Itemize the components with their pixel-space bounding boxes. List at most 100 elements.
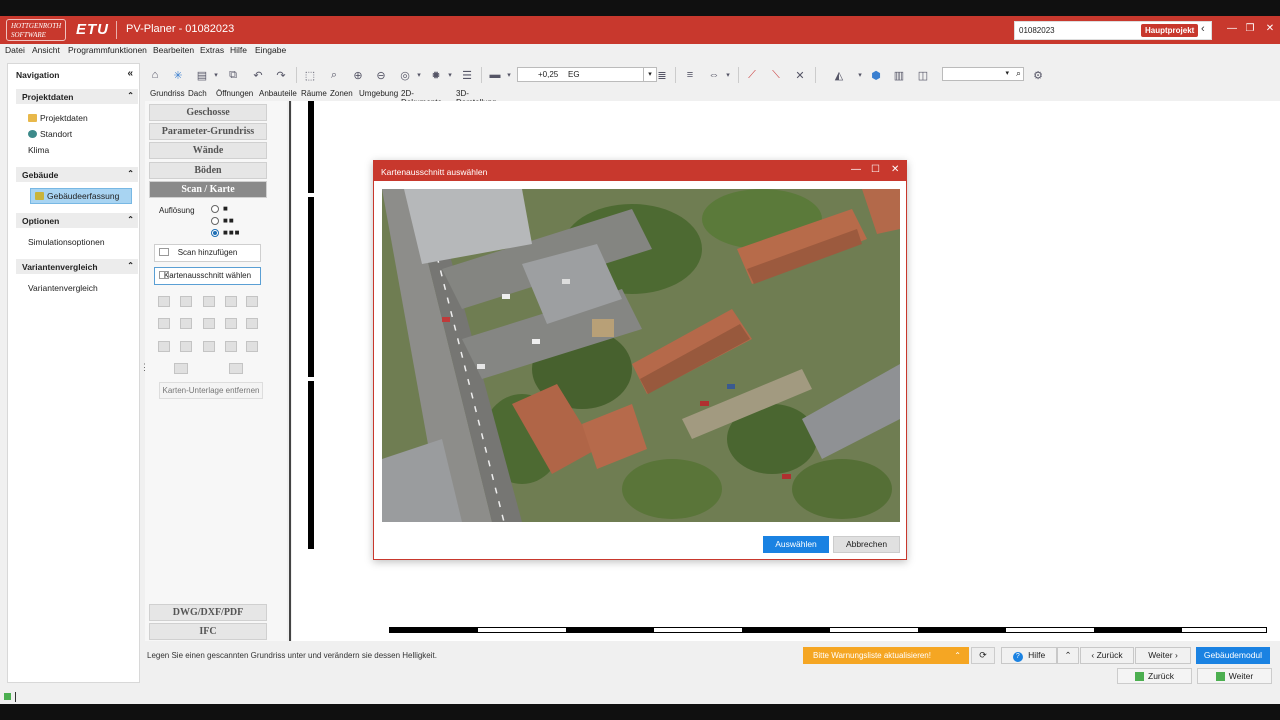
minimize-icon[interactable]: — <box>851 164 861 175</box>
maximize-icon[interactable]: ☐ <box>871 164 880 175</box>
terrain-icon[interactable]: ◭ <box>825 68 853 82</box>
align-left-icon[interactable] <box>158 318 170 329</box>
parameter-grundriss-button[interactable]: Parameter-Grundriss <box>149 123 267 140</box>
geschosse-button[interactable]: Geschosse <box>149 104 267 121</box>
chevron-up-icon[interactable]: ⌃ <box>127 215 134 224</box>
redo-icon[interactable]: ↷ <box>274 68 288 82</box>
tab-oeffnungen[interactable]: Öffnungen <box>216 89 253 98</box>
select-rect-icon[interactable]: ⬚ <box>303 68 317 82</box>
close-icon[interactable]: ✕ <box>1263 23 1277 34</box>
resolution-medium-radio[interactable] <box>211 217 219 225</box>
floor-list-icon[interactable]: ≣ <box>655 68 669 82</box>
resolution-low-radio[interactable] <box>211 205 219 213</box>
nav-item-gebaeudeerfassung[interactable]: Gebäudeerfassung <box>30 188 132 204</box>
tab-dach[interactable]: Dach <box>188 89 207 98</box>
nav-item-projektdaten[interactable]: Projektdaten <box>28 113 88 123</box>
zoom-window-icon[interactable]: ⌕ <box>327 68 341 82</box>
delete-line-icon[interactable]: ✕ <box>793 68 807 82</box>
close-icon[interactable]: ✕ <box>891 164 899 175</box>
tab-umgebung[interactable]: Umgebung <box>359 89 398 98</box>
nav-item-klima[interactable]: Klima <box>28 145 49 155</box>
align-top-left-icon[interactable] <box>158 296 170 307</box>
map-select-button[interactable]: Kartenausschnitt wählen <box>154 267 261 285</box>
align-bottom-left-icon[interactable] <box>158 341 170 352</box>
section-variantenvergleich[interactable]: Variantenvergleich ⌃ <box>16 259 138 274</box>
menu-bearbeiten[interactable]: Bearbeiten <box>153 45 194 55</box>
menu-extras[interactable]: Extras <box>200 45 224 55</box>
menu-hilfe[interactable]: Hilfe <box>230 45 247 55</box>
sun-dropdown-icon[interactable]: ▾ <box>443 68 457 82</box>
chevron-up-icon[interactable]: ⌃ <box>954 647 961 664</box>
settings-icon[interactable]: ⚙ <box>1031 68 1045 82</box>
cancel-button[interactable]: Abbrechen <box>833 536 900 553</box>
move-up-icon[interactable] <box>203 296 215 307</box>
scan-karte-button[interactable]: Scan / Karte <box>149 181 267 198</box>
section-projektdaten[interactable]: Projektdaten ⌃ <box>16 89 138 104</box>
scale-diagonal-icon[interactable] <box>180 296 192 307</box>
aerial-map-view[interactable] <box>382 189 900 522</box>
zoom-out-icon[interactable]: ⊖ <box>374 68 388 82</box>
panel-splitter[interactable] <box>289 101 291 641</box>
tab-zonen[interactable]: Zonen <box>330 89 353 98</box>
list-icon[interactable]: ☰ <box>460 68 474 82</box>
menu-eingabe[interactable]: Eingabe <box>255 45 286 55</box>
section-gebaeude[interactable]: Gebäude ⌃ <box>16 167 138 182</box>
move-right-icon[interactable] <box>225 318 237 329</box>
collapse-navigation-icon[interactable]: « <box>127 68 133 79</box>
menu-datei[interactable]: Datei <box>5 45 25 55</box>
search-icon[interactable]: ⌕ <box>1016 68 1021 79</box>
floor-height-select[interactable]: +0,25 EG ▾ <box>517 67 657 82</box>
cube-icon[interactable]: ⬢ <box>869 68 883 82</box>
restore-icon[interactable]: ❐ <box>1243 23 1257 34</box>
gebaeudemodul-button[interactable]: Gebäudemodul <box>1196 647 1270 664</box>
waende-button[interactable]: Wände <box>149 142 267 159</box>
layer-dropdown-icon[interactable]: ▾ <box>502 68 516 82</box>
print-icon[interactable]: ▤ <box>195 68 209 82</box>
snap-icon[interactable]: ✳ <box>171 68 185 82</box>
dwg-dxf-pdf-button[interactable]: DWG/DXF/PDF <box>149 604 267 621</box>
move-left-icon[interactable] <box>180 318 192 329</box>
layers-icon[interactable]: ◫ <box>916 68 930 82</box>
dimension-dropdown-icon[interactable]: ▾ <box>721 68 735 82</box>
chevron-up-icon[interactable]: ⌃ <box>127 261 134 270</box>
chevron-up-icon[interactable]: ⌃ <box>127 91 134 100</box>
back-button[interactable]: ‹ Zurück <box>1080 647 1134 664</box>
bottom-back-button[interactable]: Zurück <box>1117 668 1192 684</box>
line-tool-icon[interactable]: ⟋ <box>745 68 759 82</box>
terrain-dropdown-icon[interactable]: ▾ <box>853 68 867 82</box>
align-top-right-icon[interactable] <box>246 296 258 307</box>
zoom-dropdown-icon[interactable]: ▾ <box>412 68 426 82</box>
nav-item-variantenvergleich[interactable]: Variantenvergleich <box>28 283 98 293</box>
polyline-tool-icon[interactable]: ⟍ <box>769 68 783 82</box>
chevron-up-icon[interactable]: ⌃ <box>1057 647 1079 664</box>
nav-item-simulationsoptionen[interactable]: Simulationsoptionen <box>28 237 105 247</box>
select-button[interactable]: Auswählen <box>763 536 829 553</box>
zoom-fit-icon[interactable]: ◎ <box>398 68 412 82</box>
chevron-up-icon[interactable]: ⌃ <box>127 169 134 178</box>
resolution-high-radio[interactable] <box>211 229 219 237</box>
new-building-icon[interactable]: ⌂ <box>148 68 162 82</box>
layer-icon[interactable]: ▬ <box>488 68 502 82</box>
remove-map-button[interactable]: Karten-Unterlage entfernen <box>159 382 263 399</box>
copy-icon[interactable]: ⧉ <box>226 68 240 82</box>
move-down-icon[interactable] <box>203 341 215 352</box>
dimension-icon[interactable]: ⇔ <box>707 68 721 82</box>
align-bottom-right-icon[interactable] <box>246 341 258 352</box>
warning-update-button[interactable]: Bitte Warnungsliste aktualisieren! ⌃ <box>803 647 969 664</box>
menu-programmfunktionen[interactable]: Programmfunktionen <box>68 45 147 55</box>
nav-item-standort[interactable]: Standort <box>28 129 72 139</box>
boeden-button[interactable]: Böden <box>149 162 267 179</box>
help-button[interactable]: ? Hilfe <box>1001 647 1057 664</box>
align-right-icon[interactable] <box>246 318 258 329</box>
bottom-next-button[interactable]: Weiter <box>1197 668 1272 684</box>
minimize-icon[interactable]: — <box>1225 23 1239 34</box>
refresh-icon[interactable]: ⟳ <box>971 647 995 664</box>
scan-add-button[interactable]: Scan hinzufügen <box>154 244 261 262</box>
tab-grundriss[interactable]: Grundriss <box>150 89 185 98</box>
undo-icon[interactable]: ↶ <box>251 68 265 82</box>
scale-sw-icon[interactable] <box>180 341 192 352</box>
ifc-button[interactable]: IFC <box>149 623 267 640</box>
wall-icon[interactable]: ▥ <box>892 68 906 82</box>
zoom-in-icon[interactable]: ⊕ <box>351 68 365 82</box>
move-center-icon[interactable] <box>203 318 215 329</box>
